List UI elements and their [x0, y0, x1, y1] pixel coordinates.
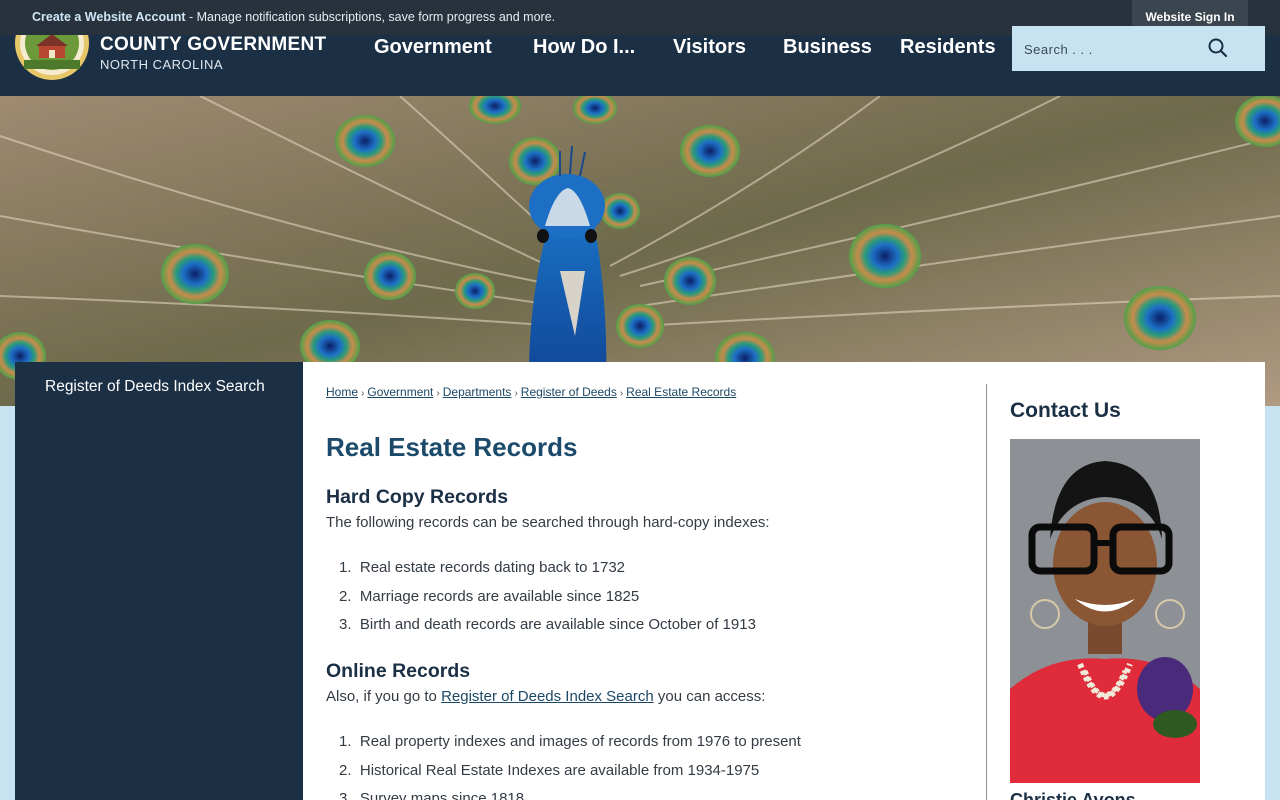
list-item: 3. Survey maps since 1818: [339, 790, 524, 800]
list-item: 2. Historical Real Estate Indexes are av…: [339, 762, 760, 779]
online-records-heading: Online Records: [326, 660, 471, 682]
hard-copy-intro: The following records can be searched th…: [326, 514, 770, 531]
main-content: Home › Government › Departments › Register of …: [303, 362, 1265, 800]
brand-title[interactable]: COUNTY GOVERNMENT: [100, 34, 326, 56]
list-item: 1. Real property indexes and images of r…: [339, 733, 801, 750]
breadcrumb-government[interactable]: Government: [367, 385, 433, 399]
online-intro-text: Also, if you go to: [326, 688, 442, 705]
contact-us-heading: Contact Us: [1010, 399, 1121, 422]
breadcrumb-separator: ›: [514, 388, 518, 399]
hero-banner-image: [0, 96, 1280, 406]
page-title: Real Estate Records: [326, 432, 578, 462]
list-item-text: Survey maps since 1818: [359, 790, 525, 800]
sidebar: Register of Deeds Index Search: [15, 362, 303, 800]
sidebar-item-register-of-deeds-index-search[interactable]: Register of Deeds Index Search: [45, 376, 275, 398]
breadcrumb-separator: ›: [436, 388, 440, 399]
search-icon[interactable]: [1206, 36, 1230, 60]
breadcrumb-register-of-deeds[interactable]: Register of Deeds: [521, 385, 617, 399]
hard-copy-heading: Hard Copy Records: [326, 486, 509, 508]
contact-photo: [1010, 439, 1200, 783]
online-intro-text-end: you can access:: [653, 688, 766, 705]
nav-residents[interactable]: Residents: [900, 36, 996, 59]
list-item-text: Historical Real Estate Indexes are avail…: [359, 762, 760, 779]
breadcrumb-real-estate-records[interactable]: Real Estate Records: [626, 385, 736, 399]
list-item-text: Real estate records dating back to 1732: [359, 559, 626, 576]
online-records-intro: Also, if you go to Register of Deeds Ind…: [326, 688, 765, 705]
breadcrumb-home[interactable]: Home: [326, 385, 358, 399]
list-item: 1. Real estate records dating back to 17…: [339, 559, 626, 576]
search-input[interactable]: [1024, 38, 1204, 60]
list-item-text: Marriage records are available since 182…: [359, 588, 640, 605]
breadcrumb-departments[interactable]: Departments: [443, 385, 512, 399]
list-item: 2. Marriage records are available since …: [339, 588, 640, 605]
contact-name[interactable]: Christie Avons: [1010, 790, 1136, 800]
county-seal-icon[interactable]: [14, 16, 90, 82]
list-item: 3. Birth and death records are available…: [339, 616, 756, 633]
nav-government[interactable]: Government: [374, 36, 492, 59]
account-notice-text: - Manage notification subscriptions, sav…: [185, 10, 556, 24]
nav-business[interactable]: Business: [783, 36, 872, 59]
column-divider: [986, 384, 987, 800]
account-notice: Create a Website Account - Manage notifi…: [32, 10, 555, 24]
nav-how-do-i[interactable]: How Do I...: [533, 36, 635, 59]
list-item-text: Real property indexes and images of reco…: [359, 733, 801, 750]
list-item-text: Birth and death records are available si…: [359, 616, 756, 633]
breadcrumb-separator: ›: [361, 388, 365, 399]
register-of-deeds-index-search-link[interactable]: Register of Deeds Index Search: [441, 688, 654, 705]
breadcrumb-separator: ›: [619, 388, 624, 399]
breadcrumb: Home › Government › Departments › Register of …: [326, 385, 736, 399]
brand-subtitle: NORTH CAROLINA: [100, 57, 224, 72]
nav-visitors[interactable]: Visitors: [673, 36, 746, 59]
